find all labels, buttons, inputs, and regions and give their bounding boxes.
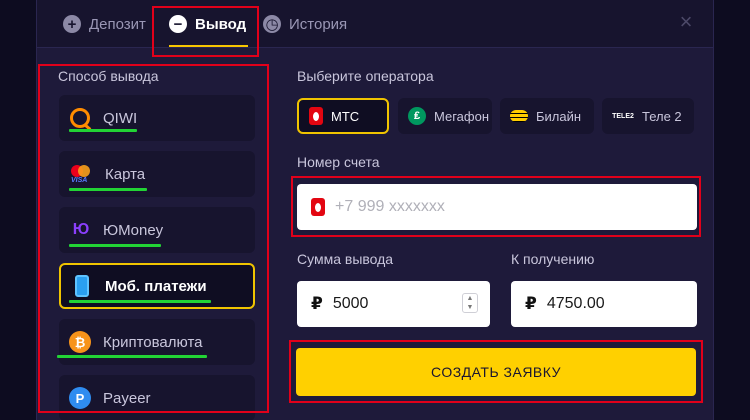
- clock-icon: ◷: [263, 15, 281, 33]
- receive-label: К получению: [511, 251, 595, 267]
- tele2-icon: TELE2: [612, 112, 634, 120]
- highlight-submit: [289, 340, 703, 403]
- operator-beeline[interactable]: Билайн: [500, 98, 594, 134]
- beeline-icon: [510, 110, 528, 122]
- background-right: [714, 0, 750, 420]
- close-icon[interactable]: ×: [675, 11, 697, 33]
- receive-field: ₽ 4750.00: [511, 281, 697, 327]
- receive-value: 4750.00: [546, 295, 605, 312]
- amount-label: Сумма вывода: [297, 251, 394, 267]
- tab-bar: + Депозит − Вывод ◷ История ×: [37, 0, 713, 48]
- tab-history-label: История: [289, 15, 348, 33]
- operator-tele2[interactable]: TELE2 Теле 2: [602, 98, 694, 134]
- ruble-icon: ₽: [525, 294, 537, 313]
- tab-deposit[interactable]: + Депозит: [63, 0, 146, 48]
- highlight-account: [291, 176, 701, 237]
- plus-icon: +: [63, 15, 81, 33]
- background-left: [0, 0, 36, 420]
- operator-title: Выберите оператора: [297, 68, 434, 84]
- tab-deposit-label: Депозит: [89, 15, 146, 33]
- operator-megafon[interactable]: ₤ Мегафон: [398, 98, 492, 134]
- account-label: Номер счета: [297, 154, 380, 170]
- operator-label: Теле 2: [642, 108, 682, 124]
- highlight-withdraw-tab: [152, 6, 259, 57]
- ruble-icon: ₽: [311, 294, 323, 313]
- operator-label: Мегафон: [434, 108, 489, 124]
- amount-field[interactable]: ₽ 5000 ▲ ▼: [297, 281, 490, 327]
- operator-label: МТС: [331, 108, 360, 124]
- mts-icon: [309, 107, 323, 125]
- highlight-methods: [38, 64, 269, 413]
- operator-mts[interactable]: МТС: [297, 98, 389, 134]
- megafon-icon: ₤: [408, 107, 426, 125]
- stepper-icon[interactable]: ▲ ▼: [462, 293, 478, 313]
- tab-history[interactable]: ◷ История: [263, 0, 347, 48]
- amount-value: 5000: [332, 295, 369, 312]
- operator-label: Билайн: [536, 108, 582, 124]
